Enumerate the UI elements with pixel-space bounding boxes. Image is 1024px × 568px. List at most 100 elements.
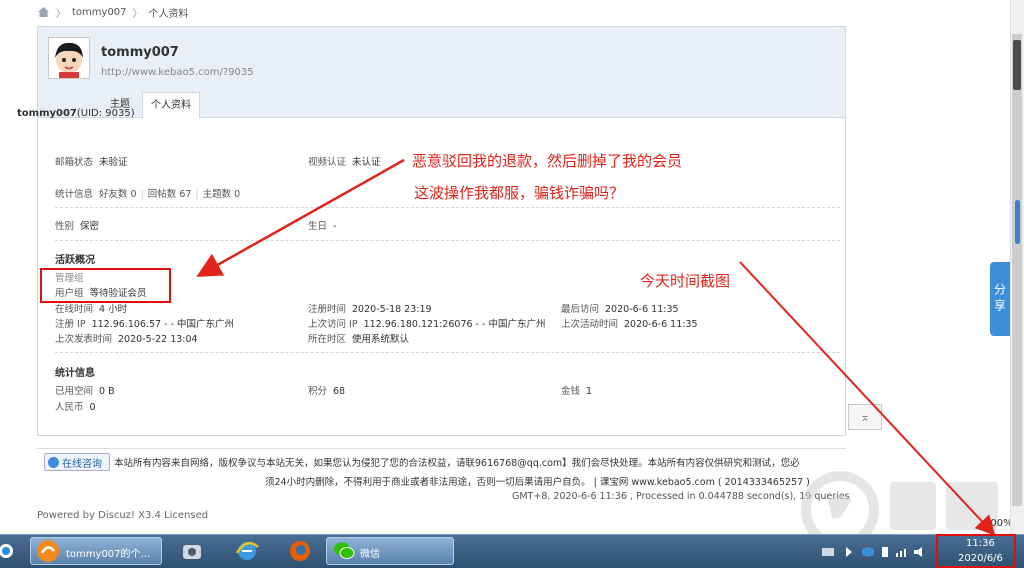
last-active: 上次活动时间 2020-6-6 11:35 <box>561 316 698 330</box>
profile-url[interactable]: http://www.kebao5.com/?9035 <box>101 67 254 78</box>
rmb-label: 人民币 <box>55 402 84 413</box>
breadcrumb-separator: 〉 <box>132 8 143 20</box>
timezone-label: 所在时区 <box>308 334 347 345</box>
last-post-value: 2020-5-22 13:04 <box>118 334 198 345</box>
rmb: 人民币 0 <box>55 399 96 413</box>
start-button[interactable] <box>0 537 24 565</box>
back-to-top-button[interactable]: ⌅ <box>848 404 882 430</box>
camera-icon <box>183 545 201 559</box>
last-active-value: 2020-6-6 11:35 <box>624 319 698 330</box>
replies-count[interactable]: 回帖数 67 <box>148 189 192 200</box>
taskbar-clock-date[interactable]: 2020/6/6 <box>958 553 1003 564</box>
last-visit: 最后访问 2020-6-6 11:35 <box>561 301 679 315</box>
scrollbar-thumb[interactable] <box>1012 34 1022 506</box>
birthday-label: 生日 <box>308 221 328 232</box>
volume-icon <box>914 547 922 557</box>
ie-browser-icon <box>235 541 259 560</box>
register-ip-label: 注册 IP <box>55 319 86 330</box>
timezone-value: 使用系统默认 <box>352 334 410 345</box>
email-status: 邮箱状态 未验证 <box>55 154 128 168</box>
powered-by: Powered by Discuz! X3.4 Licensed <box>37 510 209 521</box>
register-value: 2020-5-18 23:19 <box>352 304 432 315</box>
stats-title: 统计信息 <box>55 368 95 379</box>
stats-line: 统计信息 好友数 0 | 回帖数 67 | 主题数 0 <box>55 189 241 200</box>
annotation-text: 这波操作我都服，骗钱诈骗吗？ <box>414 184 625 202</box>
divider <box>55 240 840 241</box>
tray-icons <box>822 547 922 557</box>
rmb-value: 0 <box>89 402 96 413</box>
network-icon <box>822 548 834 556</box>
last-ip-value: 112.96.180.121:26076 - - 中国广东广州 <box>363 319 546 330</box>
money: 金钱 1 <box>561 383 592 397</box>
annotation-highlight-box <box>40 268 171 303</box>
taskbar-ie[interactable] <box>222 537 272 565</box>
birthday-row: 生日 - <box>308 218 336 232</box>
gender-label: 性别 <box>55 221 75 232</box>
gender-row: 性别 保密 <box>55 218 99 232</box>
breadcrumb-user-link[interactable]: tommy007 <box>72 7 127 18</box>
taskbar-firefox[interactable] <box>276 537 326 565</box>
breadcrumb-current: 个人资料 <box>148 8 189 20</box>
online-value: 4 小时 <box>99 304 128 315</box>
battery-icon <box>882 547 888 557</box>
chat-icon <box>48 456 59 468</box>
last-ip-label: 上次访问 IP <box>308 319 358 330</box>
last-visit-value: 2020-6-6 11:35 <box>605 304 679 315</box>
register-ip: 注册 IP 112.96.106.57 - - 中国广东广州 <box>55 316 234 330</box>
uid-line: tommy007(UID: 9035) <box>17 108 135 119</box>
profile-header: tommy007 http://www.kebao5.com/?9035 主题 … <box>38 27 845 119</box>
divider <box>55 352 840 353</box>
avatar[interactable] <box>48 37 90 79</box>
annotation-text: 今天时间截图 <box>640 272 731 290</box>
profile-username: tommy007 <box>101 45 179 60</box>
browser-icon <box>37 540 59 562</box>
timezone: 所在时区 使用系统默认 <box>308 331 409 345</box>
used-space: 已用空间 0 B <box>55 383 115 397</box>
watermark-logo-icon <box>801 471 998 534</box>
last-post: 上次发表时间 2020-5-22 13:04 <box>55 331 198 345</box>
money-label: 金钱 <box>561 386 581 397</box>
side-slider[interactable] <box>1015 200 1020 244</box>
breadcrumb-separator: 〉 <box>56 8 66 20</box>
wechat-icon <box>334 542 355 559</box>
threads-count[interactable]: 主题数 0 <box>203 189 241 200</box>
last-ip: 上次访问 IP 112.96.180.121:26076 - - 中国广东广州 <box>308 316 545 330</box>
gender-value: 保密 <box>80 221 100 232</box>
online-consult-button[interactable]: 在线咨询 <box>44 453 110 471</box>
share-button[interactable]: 分享 <box>990 262 1010 336</box>
tab-profile[interactable]: 个人资料 <box>142 92 200 119</box>
register-time: 注册时间 2020-5-18 23:19 <box>308 301 432 315</box>
firefox-icon <box>290 541 310 561</box>
video-value: 未认证 <box>352 157 381 168</box>
video-status: 视频认证 未认证 <box>308 154 381 168</box>
money-value: 1 <box>586 386 593 397</box>
last-post-label: 上次发表时间 <box>55 334 113 345</box>
profile-card: tommy007 http://www.kebao5.com/?9035 主题 … <box>37 26 846 436</box>
friends-count[interactable]: 好友数 0 <box>99 189 137 200</box>
shield-icon <box>862 547 874 557</box>
space-value: 0 B <box>99 386 115 397</box>
footer-divider <box>37 448 846 449</box>
avatar-image-icon <box>49 38 89 78</box>
mini-scroll-thumb[interactable] <box>1013 40 1021 90</box>
app-logo-icon <box>0 544 13 558</box>
points-label: 积分 <box>308 386 328 397</box>
email-label: 邮箱状态 <box>55 157 94 168</box>
birthday-value: - <box>333 221 337 232</box>
space-label: 已用空间 <box>55 386 94 397</box>
home-icon[interactable] <box>37 6 50 18</box>
annotation-text: 恶意驳回我的退款，然后删掉了我的会员 <box>412 152 683 170</box>
footer-disclaimer-2: 须24小时内删除，不得利用于商业或者非法用途，否则一切后果请用户自负。 | 课宝… <box>265 477 810 488</box>
uid-text: (UID: 9035) <box>76 108 135 119</box>
taskbar-app[interactable] <box>168 537 218 565</box>
zoom-level[interactable]: 100% <box>984 518 1010 529</box>
footer-disclaimer: 本站所有内容来自网络，版权争议与本站无关，如果您认为侵犯了您的合法权益，请联96… <box>114 458 800 469</box>
last-visit-label: 最后访问 <box>561 304 600 315</box>
online-consult-label: 在线咨询 <box>62 458 102 470</box>
taskbar-clock-time[interactable]: 11:36 <box>966 538 995 549</box>
taskbar-wechat-label: 微信 <box>360 549 380 560</box>
activity-title: 活跃概况 <box>55 255 95 266</box>
footer-stats: GMT+8, 2020-6-6 11:36 , Processed in 0.0… <box>512 491 850 502</box>
video-label: 视频认证 <box>308 157 347 168</box>
last-active-label: 上次活动时间 <box>561 319 619 330</box>
